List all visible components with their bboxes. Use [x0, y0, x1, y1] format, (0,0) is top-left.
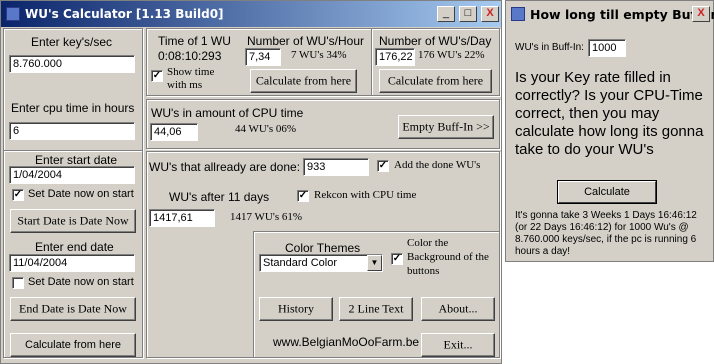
question-text: Is your Key rate filled in correctly? Is…	[515, 69, 704, 158]
calculate-bottom-button[interactable]: Calculate from here	[10, 333, 136, 357]
start-date-input[interactable]: 1/04/2004	[9, 166, 135, 184]
buffin-calculate-label: Calculate	[584, 186, 630, 198]
calculate-bottom-label: Calculate from here	[25, 339, 121, 351]
color-buttons-label-1: Color the	[407, 237, 449, 249]
main-title-bar[interactable]: WU's Calculator [1.13 Build0] _ □ X	[1, 1, 501, 27]
start-date-now-button[interactable]: Start Date is Date Now	[10, 209, 136, 233]
per-hour-text: 7 WU's 34%	[291, 49, 347, 61]
start-date-label: Enter start date	[35, 153, 118, 167]
add-done-checkbox[interactable]: ✓	[377, 160, 389, 172]
themes-select[interactable]: Standard Color ▼	[259, 254, 383, 272]
per-hour-calculate-label: Calculate from here	[255, 73, 352, 88]
divider	[4, 150, 142, 152]
history-label: History	[278, 301, 314, 316]
per-day-value: 176,22	[375, 48, 415, 66]
end-set-date-checkbox[interactable]	[12, 277, 24, 289]
buffin-calculate-button[interactable]: Calculate	[558, 181, 656, 203]
main-window-title: WU's Calculator [1.13 Build0]	[25, 7, 224, 21]
minimize-button[interactable]: _	[437, 6, 455, 22]
done-input[interactable]: 933	[303, 158, 369, 176]
cpu-amount-label: WU's in amount of CPU time	[151, 106, 304, 120]
about-button[interactable]: About...	[421, 297, 495, 321]
cpu-amount-value: 44,06	[150, 123, 198, 141]
add-done-label: Add the done WU's	[394, 159, 481, 171]
reckon-cpu-label: Rekcon with CPU time	[314, 189, 417, 201]
done-label: WU's that allready are done:	[149, 160, 301, 174]
end-date-input[interactable]: 11/04/2004	[9, 254, 135, 272]
color-buttons-label-3: buttons	[407, 265, 440, 277]
after-value: 1417,61	[149, 209, 215, 227]
app-icon	[6, 7, 20, 21]
maximize-button[interactable]: □	[459, 6, 477, 22]
close-button[interactable]: X	[481, 6, 499, 22]
divider	[371, 29, 373, 95]
app-icon	[511, 7, 525, 21]
buffin-window-title: How long till empty Buff-In	[530, 7, 714, 22]
per-hour-value: 7,34	[245, 48, 281, 66]
main-window: WU's Calculator [1.13 Build0] _ □ X Ente…	[0, 0, 502, 364]
themes-label: Color Themes	[285, 241, 361, 255]
buffin-label: WU's in Buff-In:	[515, 42, 584, 53]
end-set-date-label: Set Date now on start	[28, 276, 134, 288]
after-text: 1417 WU's 61%	[230, 211, 303, 223]
show-ms-label-1: Show time	[167, 66, 215, 78]
empty-buffin-button[interactable]: Empty Buff-In >>	[398, 115, 494, 139]
close-button[interactable]: X	[692, 6, 710, 22]
buffin-input[interactable]: 1000	[588, 39, 626, 57]
color-buttons-label-2: Background of the	[407, 251, 489, 263]
buffin-window: How long till empty Buff-In X WU's in Bu…	[505, 0, 714, 262]
end-date-now-button[interactable]: End Date is Date Now	[10, 297, 136, 321]
per-day-text: 176 WU's 22%	[418, 49, 485, 61]
cpu-amount-text: 44 WU's 06%	[235, 123, 297, 135]
two-line-text-button[interactable]: 2 Line Text	[339, 297, 413, 321]
history-button[interactable]: History	[259, 297, 333, 321]
show-ms-checkbox[interactable]: ✓	[151, 70, 163, 82]
start-set-date-label: Set Date now on start	[28, 188, 134, 200]
start-date-now-label: Start Date is Date Now	[17, 213, 129, 228]
reckon-cpu-checkbox[interactable]: ✓	[297, 190, 309, 202]
start-set-date-checkbox[interactable]: ✓	[12, 189, 24, 201]
after-label: WU's after 11 days	[169, 190, 270, 204]
website-link[interactable]: www.BelgianMoOoFarm.be	[273, 335, 419, 349]
time1wu-label: Time of 1 WU	[158, 34, 231, 48]
per-hour-label: Number of WU's/Hour	[247, 34, 364, 48]
result-text: It's gonna take 3 Weeks 1 Days 16:46:12 …	[515, 210, 697, 257]
themes-select-value: Standard Color	[263, 257, 337, 269]
keys-label: Enter key's/sec	[31, 35, 112, 49]
chevron-down-icon[interactable]: ▼	[367, 255, 382, 271]
empty-buffin-label: Empty Buff-In >>	[402, 119, 490, 134]
cpu-input[interactable]: 6	[9, 122, 135, 140]
per-hour-calculate-button[interactable]: Calculate from here	[250, 69, 357, 93]
per-day-calculate-button[interactable]: Calculate from here	[379, 69, 492, 93]
end-date-label: Enter end date	[35, 240, 114, 254]
time1wu-value: 0:08:10:293	[158, 49, 222, 63]
per-day-calculate-label: Calculate from here	[387, 73, 484, 88]
buffin-title-bar[interactable]: How long till empty Buff-In X	[506, 1, 714, 27]
about-label: About...	[438, 301, 478, 316]
keys-input[interactable]: 8.760.000	[9, 55, 135, 73]
end-date-now-label: End Date is Date Now	[19, 301, 127, 316]
exit-label: Exit...	[443, 337, 473, 352]
show-ms-label-2: with ms	[167, 79, 203, 91]
per-day-label: Number of WU's/Day	[379, 34, 492, 48]
two-line-text-label: 2 Line Text	[348, 301, 404, 316]
cpu-label: Enter cpu time in hours	[11, 101, 135, 115]
exit-button[interactable]: Exit...	[421, 333, 495, 357]
color-buttons-checkbox[interactable]: ✓	[391, 253, 403, 265]
